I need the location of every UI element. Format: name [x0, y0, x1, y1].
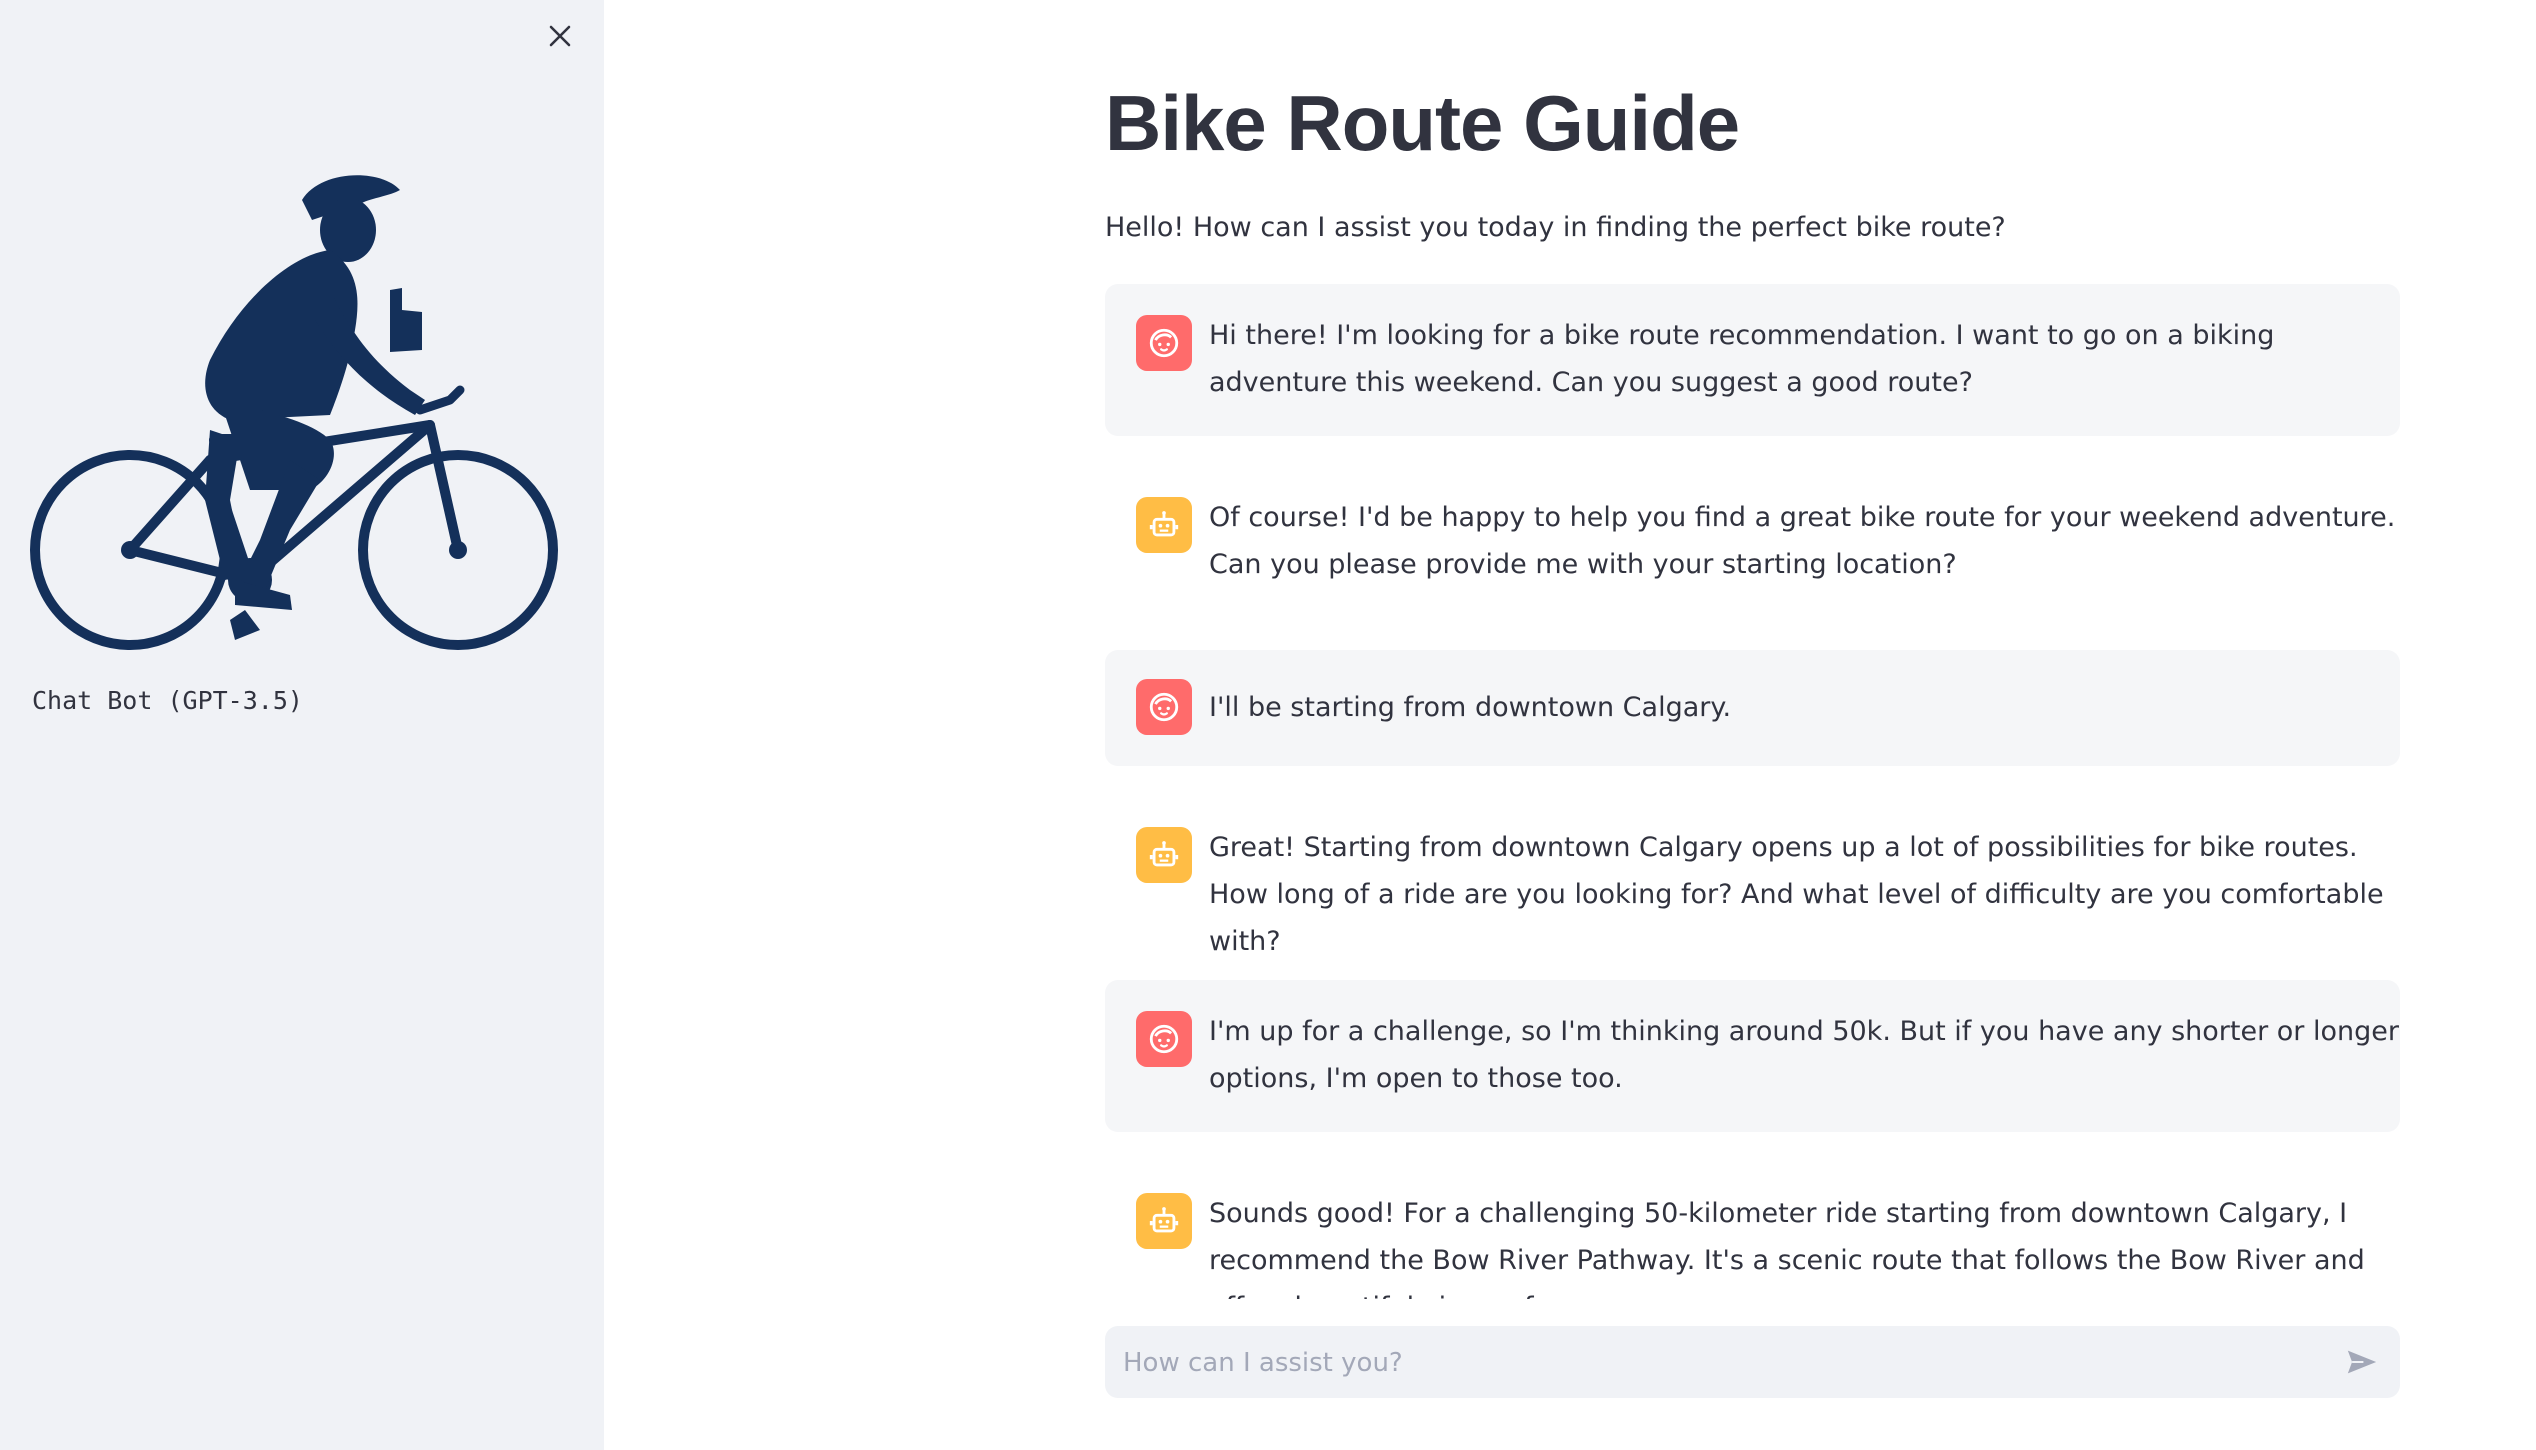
assistant-avatar: [1136, 827, 1192, 883]
assistant-avatar: [1136, 497, 1192, 553]
chat-input-bar: [1105, 1326, 2400, 1400]
app: Chat Bot (GPT-3.5) Bike Route Guide Hell…: [0, 0, 2536, 1450]
chat-message-user: I'll be starting from downtown Calgary.: [1105, 650, 2400, 766]
message-text: Sounds good! For a challenging 50-kilome…: [1209, 1198, 2365, 1299]
sidebar-caption: Chat Bot (GPT-3.5): [32, 686, 303, 715]
greeting-text: Hello! How can I assist you today in fin…: [1105, 212, 2006, 243]
user-avatar: [1136, 679, 1192, 735]
main-content: Bike Route Guide Hello! How can I assist…: [1105, 0, 2400, 1450]
chat-message-user: Hi there! I'm looking for a bike route r…: [1105, 284, 2400, 436]
close-sidebar-button[interactable]: [540, 16, 580, 56]
user-face-icon: [1149, 328, 1179, 358]
assistant-avatar: [1136, 1193, 1192, 1249]
chat-input[interactable]: [1121, 1326, 2305, 1400]
message-text: I'll be starting from downtown Calgary.: [1209, 692, 1732, 723]
chat-message-user: I'm up for a challenge, so I'm thinking …: [1105, 980, 2400, 1132]
user-avatar: [1136, 1011, 1192, 1067]
chat-messages: Hi there! I'm looking for a bike route r…: [1105, 284, 2400, 1299]
chat-message-assistant: Sounds good! For a challenging 50-kilome…: [1105, 1162, 2400, 1299]
chat-message-assistant: Of course! I'd be happy to help you find…: [1105, 466, 2400, 618]
chat-message-assistant: Great! Starting from downtown Calgary op…: [1105, 796, 2400, 957]
user-face-icon: [1149, 1024, 1179, 1054]
user-face-icon: [1149, 692, 1179, 722]
robot-icon: [1149, 841, 1179, 867]
user-avatar: [1136, 315, 1192, 371]
message-text: Of course! I'd be happy to help you find…: [1209, 502, 2396, 580]
robot-icon: [1149, 511, 1179, 537]
cyclist-logo: [30, 175, 558, 650]
send-button[interactable]: [2342, 1342, 2382, 1382]
sidebar: Chat Bot (GPT-3.5): [0, 0, 604, 1450]
message-text: Hi there! I'm looking for a bike route r…: [1209, 320, 2275, 398]
send-icon: [2347, 1350, 2377, 1374]
message-text: I'm up for a challenge, so I'm thinking …: [1209, 1016, 2399, 1094]
robot-icon: [1149, 1207, 1179, 1233]
page-title: Bike Route Guide: [1105, 79, 1740, 167]
message-text: Great! Starting from downtown Calgary op…: [1209, 832, 2384, 957]
close-icon: [549, 25, 571, 47]
